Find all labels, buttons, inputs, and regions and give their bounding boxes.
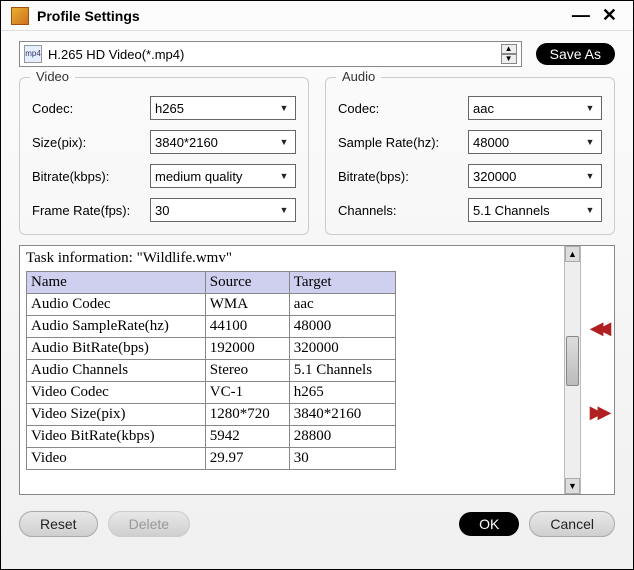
table-row: Audio BitRate(bps)192000320000 bbox=[27, 338, 396, 360]
ok-button[interactable]: OK bbox=[459, 512, 519, 536]
chevron-down-icon[interactable]: ▼ bbox=[277, 97, 291, 119]
table-cell: 5.1 Channels bbox=[289, 360, 395, 382]
table-cell: Audio SampleRate(hz) bbox=[27, 316, 206, 338]
side-nav-buttons: ◀◀ ▶▶ bbox=[580, 246, 614, 494]
titlebar: Profile Settings — ✕ bbox=[1, 1, 633, 31]
chevron-down-icon[interactable]: ▼ bbox=[277, 165, 291, 187]
audio-channels-label: Channels: bbox=[338, 203, 468, 218]
table-cell: Video Size(pix) bbox=[27, 404, 206, 426]
task-info-scroll: Task information: "Wildlife.wmv" NameSou… bbox=[20, 246, 564, 494]
table-cell: VC-1 bbox=[205, 382, 289, 404]
table-row: Video29.9730 bbox=[27, 448, 396, 470]
table-row: Audio CodecWMAaac bbox=[27, 294, 396, 316]
video-codec-select[interactable]: h265▼ bbox=[150, 96, 296, 120]
table-cell: Video Codec bbox=[27, 382, 206, 404]
table-cell: Audio Channels bbox=[27, 360, 206, 382]
table-cell: h265 bbox=[289, 382, 395, 404]
task-info-table: NameSourceTarget Audio CodecWMAaacAudio … bbox=[26, 271, 396, 470]
cancel-button[interactable]: Cancel bbox=[529, 511, 615, 537]
chevron-down-icon[interactable]: ▼ bbox=[583, 199, 597, 221]
video-bitrate-label: Bitrate(kbps): bbox=[32, 169, 150, 184]
task-info-area: Task information: "Wildlife.wmv" NameSou… bbox=[19, 245, 615, 495]
table-cell: 320000 bbox=[289, 338, 395, 360]
prev-arrow-icon[interactable]: ◀◀ bbox=[590, 318, 606, 339]
video-panel: Video Codec: h265▼ Size(pix): 3840*2160▼… bbox=[19, 77, 309, 235]
audio-bitrate-select[interactable]: 320000▼ bbox=[468, 164, 602, 188]
video-bitrate-select[interactable]: medium quality▼ bbox=[150, 164, 296, 188]
table-cell: Stereo bbox=[205, 360, 289, 382]
video-legend: Video bbox=[30, 69, 75, 84]
profile-spinner[interactable]: ▲ ▼ bbox=[501, 44, 517, 64]
table-cell: 1280*720 bbox=[205, 404, 289, 426]
chevron-up-icon[interactable]: ▲ bbox=[501, 44, 517, 54]
chevron-down-icon[interactable]: ▼ bbox=[277, 131, 291, 153]
audio-legend: Audio bbox=[336, 69, 381, 84]
profile-settings-window: Profile Settings — ✕ mp4 H.265 HD Video(… bbox=[0, 0, 634, 570]
app-icon bbox=[11, 7, 29, 25]
next-arrow-icon[interactable]: ▶▶ bbox=[590, 402, 606, 423]
table-cell: 5942 bbox=[205, 426, 289, 448]
table-row: Video BitRate(kbps)594228800 bbox=[27, 426, 396, 448]
reset-button[interactable]: Reset bbox=[19, 511, 98, 537]
scroll-up-icon[interactable]: ▲ bbox=[565, 246, 580, 262]
save-as-button[interactable]: Save As bbox=[536, 43, 615, 65]
table-cell: 192000 bbox=[205, 338, 289, 360]
table-cell: Audio BitRate(bps) bbox=[27, 338, 206, 360]
audio-samplerate-label: Sample Rate(hz): bbox=[338, 135, 468, 150]
close-icon[interactable]: ✕ bbox=[596, 5, 623, 26]
table-cell: Video BitRate(kbps) bbox=[27, 426, 206, 448]
video-framerate-label: Frame Rate(fps): bbox=[32, 203, 150, 218]
table-row: Audio SampleRate(hz)4410048000 bbox=[27, 316, 396, 338]
table-row: Video Size(pix)1280*7203840*2160 bbox=[27, 404, 396, 426]
video-size-select[interactable]: 3840*2160▼ bbox=[150, 130, 296, 154]
video-size-label: Size(pix): bbox=[32, 135, 150, 150]
table-cell: WMA bbox=[205, 294, 289, 316]
profile-select[interactable]: mp4 H.265 HD Video(*.mp4) ▲ ▼ bbox=[19, 41, 522, 67]
table-cell: Audio Codec bbox=[27, 294, 206, 316]
audio-samplerate-select[interactable]: 48000▼ bbox=[468, 130, 602, 154]
table-header: Target bbox=[289, 272, 395, 294]
scroll-down-icon[interactable]: ▼ bbox=[565, 478, 580, 494]
table-cell: 29.97 bbox=[205, 448, 289, 470]
video-codec-label: Codec: bbox=[32, 101, 150, 116]
chevron-down-icon[interactable]: ▼ bbox=[583, 97, 597, 119]
table-cell: aac bbox=[289, 294, 395, 316]
table-cell: Video bbox=[27, 448, 206, 470]
audio-codec-select[interactable]: aac▼ bbox=[468, 96, 602, 120]
profile-name: H.265 HD Video(*.mp4) bbox=[48, 47, 501, 62]
audio-panel: Audio Codec: aac▼ Sample Rate(hz): 48000… bbox=[325, 77, 615, 235]
delete-button: Delete bbox=[108, 511, 190, 537]
chevron-down-icon[interactable]: ▼ bbox=[501, 54, 517, 64]
scroll-thumb[interactable] bbox=[566, 336, 579, 386]
footer: Reset Delete OK Cancel bbox=[1, 505, 633, 551]
table-cell: 48000 bbox=[289, 316, 395, 338]
settings-panels: Video Codec: h265▼ Size(pix): 3840*2160▼… bbox=[1, 73, 633, 245]
chevron-down-icon[interactable]: ▼ bbox=[277, 199, 291, 221]
table-cell: 44100 bbox=[205, 316, 289, 338]
table-row: Audio ChannelsStereo5.1 Channels bbox=[27, 360, 396, 382]
task-info-header: Task information: "Wildlife.wmv" bbox=[26, 250, 558, 267]
audio-channels-select[interactable]: 5.1 Channels▼ bbox=[468, 198, 602, 222]
profile-row: mp4 H.265 HD Video(*.mp4) ▲ ▼ Save As bbox=[1, 31, 633, 73]
table-header: Name bbox=[27, 272, 206, 294]
table-cell: 30 bbox=[289, 448, 395, 470]
window-title: Profile Settings bbox=[37, 8, 566, 24]
minimize-icon[interactable]: — bbox=[566, 5, 596, 26]
chevron-down-icon[interactable]: ▼ bbox=[583, 165, 597, 187]
table-header: Source bbox=[205, 272, 289, 294]
audio-bitrate-label: Bitrate(bps): bbox=[338, 169, 468, 184]
table-cell: 28800 bbox=[289, 426, 395, 448]
video-framerate-select[interactable]: 30▼ bbox=[150, 198, 296, 222]
format-icon: mp4 bbox=[24, 45, 42, 63]
vertical-scrollbar[interactable]: ▲ ▼ bbox=[564, 246, 580, 494]
audio-codec-label: Codec: bbox=[338, 101, 468, 116]
table-row: Video CodecVC-1h265 bbox=[27, 382, 396, 404]
chevron-down-icon[interactable]: ▼ bbox=[583, 131, 597, 153]
table-cell: 3840*2160 bbox=[289, 404, 395, 426]
